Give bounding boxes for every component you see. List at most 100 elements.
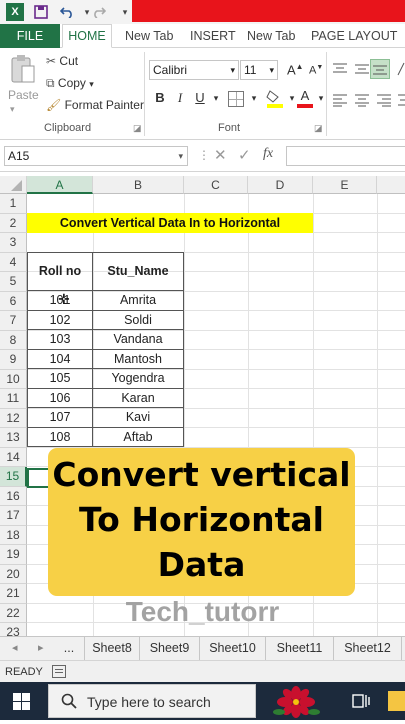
- sheet-tab-sheet8[interactable]: Sheet8: [84, 637, 140, 660]
- cell-stu-name[interactable]: Yogendra: [92, 368, 184, 389]
- sheet-tab-sheet12[interactable]: Sheet12: [334, 637, 402, 660]
- align-center-icon[interactable]: [354, 93, 370, 107]
- formula-input[interactable]: [286, 146, 405, 166]
- row-header-12[interactable]: 12: [0, 408, 27, 428]
- undo-icon[interactable]: [58, 3, 76, 21]
- cell-stu-name[interactable]: Soldi: [92, 309, 184, 330]
- row-header-17[interactable]: 17: [0, 506, 27, 526]
- cell-stu-name[interactable]: Mantosh: [92, 348, 184, 369]
- row-header-15[interactable]: 15: [0, 467, 27, 487]
- header-cell-stu-name[interactable]: Stu_Name: [92, 252, 184, 291]
- scroll-right-icon[interactable]: ▸: [38, 641, 44, 654]
- sheet-overflow[interactable]: ...: [56, 637, 82, 660]
- sheet-tab-sheet9[interactable]: Sheet9: [140, 637, 200, 660]
- shrink-font-button[interactable]: A▼: [309, 64, 323, 77]
- cell-roll-no[interactable]: 105: [27, 368, 93, 389]
- row-header-4[interactable]: 4: [0, 252, 27, 272]
- align-top-icon[interactable]: [332, 62, 348, 76]
- tab-new-tab[interactable]: New Tab: [125, 27, 173, 48]
- paste-dropdown-icon[interactable]: ▾: [10, 104, 15, 115]
- column-header-a[interactable]: A: [27, 176, 93, 194]
- underline-button[interactable]: U: [192, 90, 208, 105]
- sheet-tab-sheet10[interactable]: Sheet10: [200, 637, 266, 660]
- underline-dropdown-icon[interactable]: ▾: [208, 93, 224, 104]
- header-cell-roll-no[interactable]: Roll no: [27, 252, 93, 291]
- grow-font-button[interactable]: A▲: [287, 62, 304, 77]
- row-header-11[interactable]: 11: [0, 389, 27, 409]
- cell-roll-no[interactable]: 108: [27, 426, 93, 447]
- tab-insert[interactable]: INSERT: [190, 27, 236, 48]
- indent-icon[interactable]: [397, 93, 405, 107]
- cell-stu-name[interactable]: Amrita: [92, 290, 184, 311]
- sheet-tab-sheet11[interactable]: Sheet11: [266, 637, 334, 660]
- taskbar-search[interactable]: Type here to search: [48, 684, 256, 718]
- font-color-icon[interactable]: A: [297, 88, 313, 108]
- cell-stu-name[interactable]: Kavi: [92, 407, 184, 428]
- cell-stu-name[interactable]: Vandana: [92, 329, 184, 350]
- row-header-16[interactable]: 16: [0, 486, 27, 506]
- row-header-8[interactable]: 8: [0, 330, 27, 350]
- italic-button[interactable]: I: [172, 90, 188, 106]
- row-header-9[interactable]: 9: [0, 350, 27, 370]
- copy-button[interactable]: ⧉ Copy ▾: [46, 76, 94, 91]
- save-icon[interactable]: [32, 3, 50, 21]
- title-cell[interactable]: Convert Vertical Data In to Horizontal: [27, 213, 313, 233]
- cell-roll-no[interactable]: 107: [27, 407, 93, 428]
- windows-start-icon[interactable]: [13, 693, 30, 710]
- insert-function-icon[interactable]: fx: [263, 146, 273, 162]
- cell-stu-name[interactable]: Karan: [92, 387, 184, 408]
- row-header-3[interactable]: 3: [0, 233, 27, 253]
- format-painter-button[interactable]: 🖌 Format Painter: [46, 98, 144, 112]
- column-header-e[interactable]: E: [313, 176, 377, 194]
- enter-icon[interactable]: ✓: [238, 146, 251, 164]
- align-bottom-icon[interactable]: [370, 59, 390, 79]
- cell-roll-no[interactable]: 104: [27, 348, 93, 369]
- scroll-left-icon[interactable]: ◂: [12, 641, 18, 654]
- row-header-19[interactable]: 19: [0, 545, 27, 565]
- borders-icon[interactable]: [228, 91, 244, 107]
- cell-stu-name[interactable]: Aftab: [92, 426, 184, 447]
- redo-icon[interactable]: [90, 3, 108, 21]
- row-header-20[interactable]: 20: [0, 564, 27, 584]
- column-header-d[interactable]: D: [248, 176, 313, 194]
- row-header-13[interactable]: 13: [0, 428, 27, 448]
- row-header-7[interactable]: 7: [0, 311, 27, 331]
- task-view-icon[interactable]: [352, 693, 370, 709]
- column-header-c[interactable]: C: [184, 176, 248, 194]
- align-left-icon[interactable]: [332, 93, 348, 107]
- orientation-icon[interactable]: [397, 62, 405, 76]
- paste-icon[interactable]: [10, 54, 36, 84]
- font-size-box[interactable]: 11 ▾: [240, 60, 278, 80]
- row-header-5[interactable]: 5: [0, 272, 27, 292]
- align-right-icon[interactable]: [376, 93, 392, 107]
- tab-file[interactable]: FILE: [0, 24, 60, 48]
- cell-roll-no[interactable]: 103: [27, 329, 93, 350]
- macro-icon[interactable]: [52, 665, 66, 678]
- row-header-10[interactable]: 10: [0, 369, 27, 389]
- cancel-icon[interactable]: ✕: [214, 146, 227, 164]
- cell-roll-no[interactable]: 102: [27, 309, 93, 330]
- row-header-6[interactable]: 6: [0, 291, 27, 311]
- row-header-18[interactable]: 18: [0, 525, 27, 545]
- tab-page-layout[interactable]: PAGE LAYOUT: [311, 27, 397, 48]
- row-header-14[interactable]: 14: [0, 447, 27, 467]
- cut-button[interactable]: ✂ Cut: [46, 54, 78, 68]
- bold-button[interactable]: B: [152, 90, 168, 105]
- row-header-2[interactable]: 2: [0, 213, 27, 233]
- font-name-box[interactable]: Calibri ▾: [149, 60, 239, 80]
- cell-roll-no[interactable]: 106: [27, 387, 93, 408]
- align-middle-icon[interactable]: [354, 62, 370, 76]
- file-explorer-icon[interactable]: [388, 691, 405, 711]
- dialog-launcher-icon[interactable]: ◪: [133, 123, 142, 134]
- column-header-f[interactable]: [377, 176, 405, 194]
- row-header-1[interactable]: 1: [0, 194, 27, 214]
- column-header-b[interactable]: B: [93, 176, 184, 194]
- dialog-launcher-icon[interactable]: ◪: [314, 123, 323, 134]
- tab-new-tab-2[interactable]: New Tab: [247, 27, 295, 48]
- select-all-corner[interactable]: [0, 176, 27, 194]
- tab-home[interactable]: HOME: [62, 24, 112, 48]
- paste-button[interactable]: Paste: [8, 88, 39, 102]
- borders-dropdown-icon[interactable]: ▾: [246, 93, 262, 104]
- name-box[interactable]: A15 ▾: [4, 146, 188, 166]
- fill-color-icon[interactable]: [266, 88, 284, 108]
